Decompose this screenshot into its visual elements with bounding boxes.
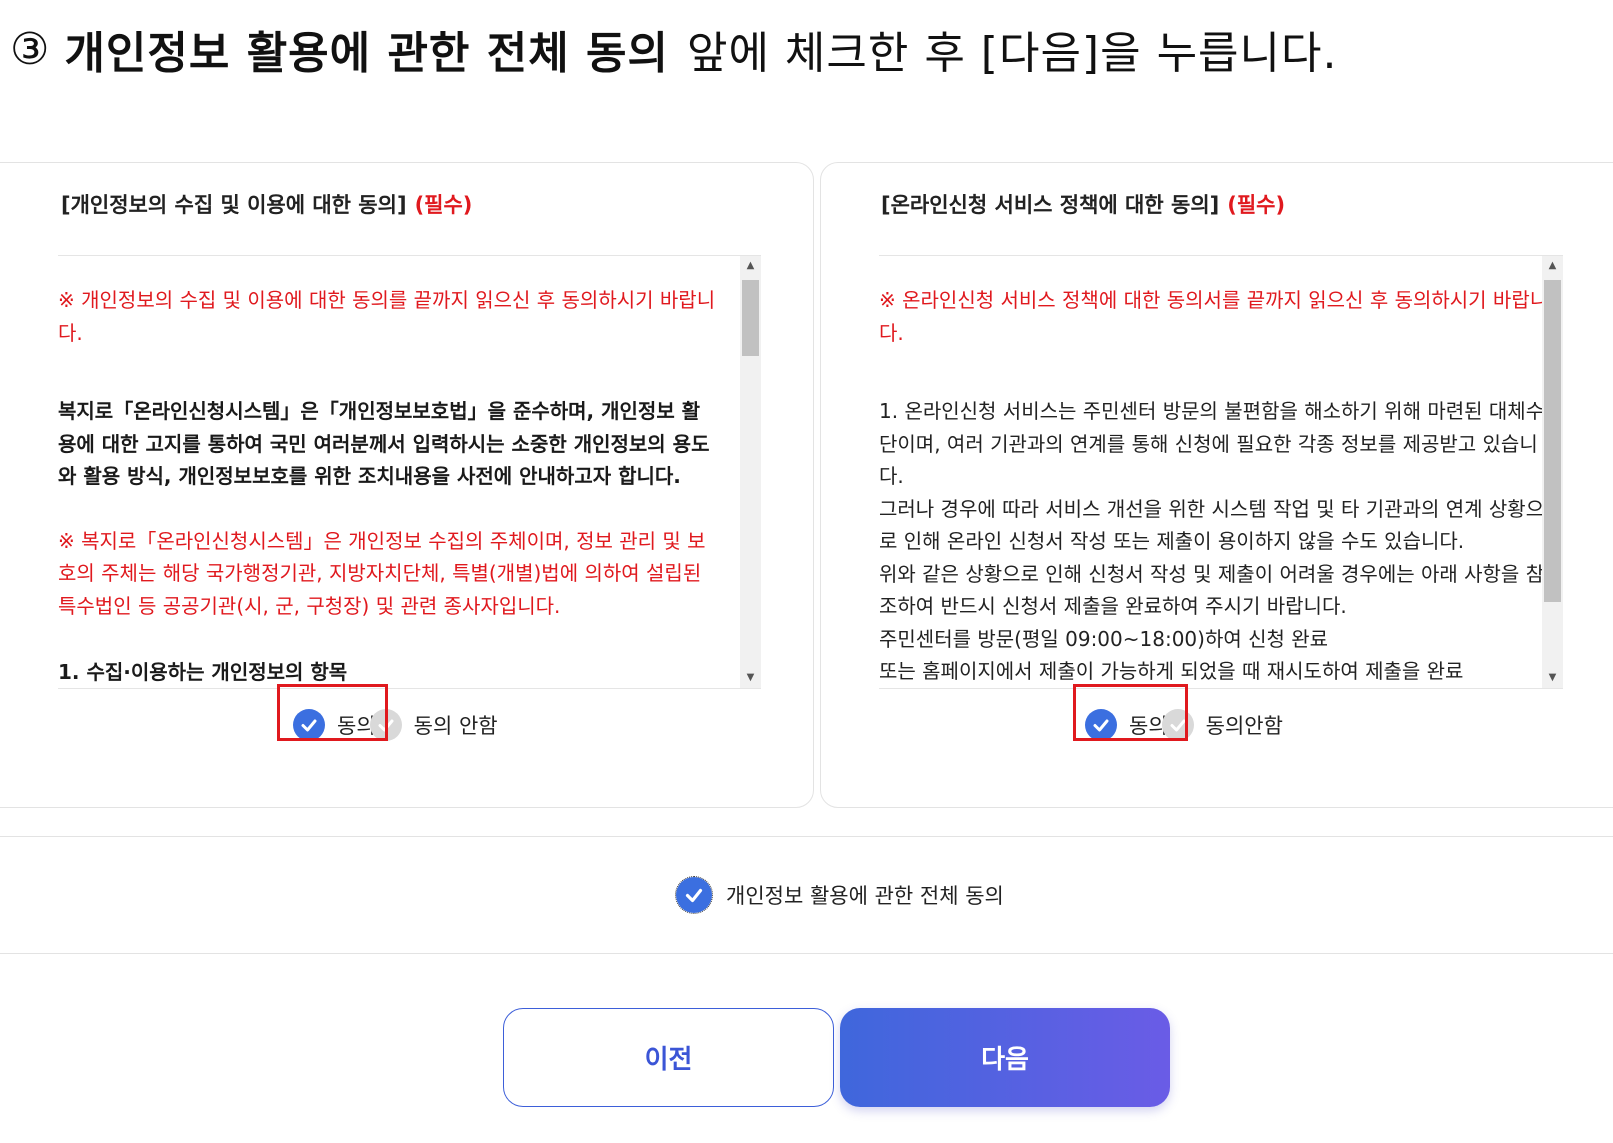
- scroll-up-arrow-icon[interactable]: ▲: [1542, 256, 1563, 276]
- privacy-consent-title: [개인정보의 수집 및 이용에 대한 동의] (필수): [61, 189, 472, 219]
- agree-all-label: 개인정보 활용에 관한 전체 동의: [726, 884, 1004, 908]
- service-policy-scrollbar[interactable]: ▲ ▼: [1542, 256, 1563, 688]
- privacy-disagree-radio[interactable]: 동의 안함: [369, 709, 498, 741]
- instruction-heading: ③ 개인정보 활용에 관한 전체 동의 앞에 체크한 후 [다음]을 누릅니다.: [10, 14, 1337, 84]
- check-circle-icon[interactable]: [675, 876, 713, 914]
- privacy-subject-notice: ※ 복지로「온라인신청시스템」은 개인정보 수집의 주체이며, 정보 관리 및 …: [58, 528, 706, 618]
- annotation-highlight-box: [1073, 684, 1188, 741]
- instruction-rest-text: 앞에 체크한 후 [다음]을 누릅니다.: [686, 28, 1338, 79]
- service-paragraph-4: 주민센터를 방문(평일 09:00~18:00)하여 신청 완료: [879, 626, 1329, 651]
- annotation-highlight-box: [277, 684, 388, 741]
- privacy-intro-text: 복지로「온라인신청시스템」은「개인정보보호법」을 준수하며, 개인정보 활용에 …: [58, 399, 710, 488]
- scroll-thumb[interactable]: [742, 280, 759, 356]
- service-disagree-label: 동의안함: [1205, 714, 1283, 738]
- service-read-notice: ※ 온라인신청 서비스 정책에 대한 동의서를 끝까지 읽으신 후 동의하시기 …: [879, 288, 1549, 345]
- service-policy-title-text: [온라인신청 서비스 정책에 대한 동의]: [881, 193, 1220, 217]
- service-paragraph-2: 그러나 경우에 따라 서비스 개선을 위한 시스템 작업 및 타 기관과의 연계…: [879, 496, 1545, 554]
- step-number: ③: [10, 23, 51, 75]
- scroll-thumb[interactable]: [1544, 280, 1561, 602]
- required-badge: (필수): [414, 193, 473, 217]
- scroll-down-arrow-icon[interactable]: ▼: [1542, 668, 1563, 688]
- scroll-down-arrow-icon[interactable]: ▼: [740, 668, 761, 688]
- service-policy-textbox[interactable]: ※ 온라인신청 서비스 정책에 대한 동의서를 끝까지 읽으신 후 동의하시기 …: [879, 255, 1563, 689]
- privacy-consent-scrollbar[interactable]: ▲ ▼: [740, 256, 761, 688]
- prev-button[interactable]: 이전: [503, 1008, 834, 1107]
- agree-all-checkbox[interactable]: 개인정보 활용에 관한 전체 동의: [675, 876, 1004, 914]
- service-paragraph-1: 1. 온라인신청 서비스는 주민센터 방문의 불편함을 해소하기 위해 마련된 …: [879, 399, 1545, 488]
- privacy-section-heading: 1. 수집·이용하는 개인정보의 항목: [58, 660, 348, 684]
- instruction-bold-text: 개인정보 활용에 관한 전체 동의: [64, 28, 669, 79]
- privacy-read-notice: ※ 개인정보의 수집 및 이용에 대한 동의를 끝까지 읽으신 후 동의하시기 …: [58, 288, 716, 345]
- service-policy-card: [온라인신청 서비스 정책에 대한 동의] (필수) ※ 온라인신청 서비스 정책…: [820, 162, 1613, 808]
- privacy-consent-card: [개인정보의 수집 및 이용에 대한 동의] (필수) ※ 개인정보의 수집 및 …: [0, 162, 814, 808]
- privacy-disagree-label: 동의 안함: [413, 714, 498, 738]
- agree-all-panel: 개인정보 활용에 관한 전체 동의: [0, 836, 1613, 954]
- privacy-consent-title-text: [개인정보의 수집 및 이용에 대한 동의]: [61, 193, 407, 217]
- scroll-up-arrow-icon[interactable]: ▲: [740, 256, 761, 276]
- service-policy-title: [온라인신청 서비스 정책에 대한 동의] (필수): [881, 189, 1285, 219]
- service-paragraph-3: 위와 같은 상황으로 인해 신청서 작성 및 제출이 어려울 경우에는 아래 사…: [879, 561, 1545, 619]
- service-policy-content: ※ 온라인신청 서비스 정책에 대한 동의서를 끝까지 읽으신 후 동의하시기 …: [879, 284, 1561, 688]
- next-button[interactable]: 다음: [840, 1008, 1170, 1107]
- privacy-consent-textbox[interactable]: ※ 개인정보의 수집 및 이용에 대한 동의를 끝까지 읽으신 후 동의하시기 …: [58, 255, 761, 689]
- service-paragraph-5: 또는 홈페이지에서 제출이 가능하게 되었을 때 재시도하여 제출을 완료: [879, 659, 1464, 683]
- required-badge: (필수): [1227, 193, 1286, 217]
- privacy-consent-content: ※ 개인정보의 수집 및 이용에 대한 동의를 끝까지 읽으신 후 동의하시기 …: [58, 284, 718, 688]
